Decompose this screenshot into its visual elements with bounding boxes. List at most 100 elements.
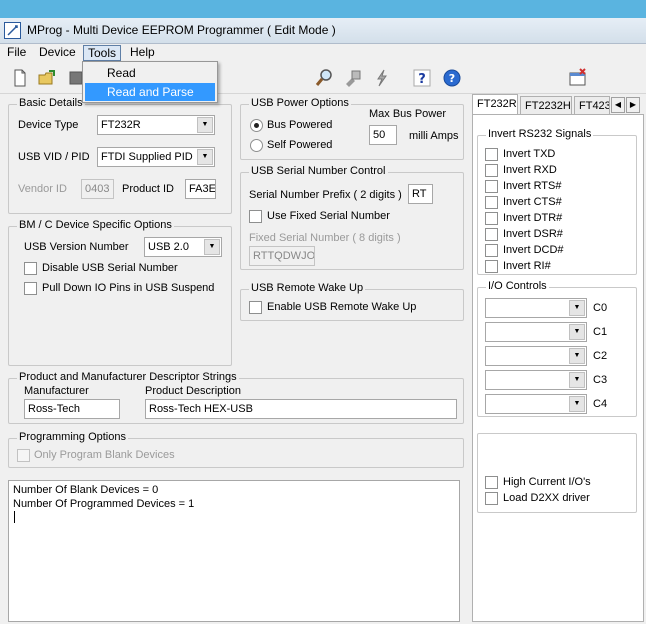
device-type-value: FT232R	[101, 119, 141, 131]
usb-power-title: USB Power Options	[249, 97, 351, 109]
about-icon[interactable]: ?	[440, 66, 464, 90]
window-title: MProg - Multi Device EEPROM Programmer (…	[27, 23, 336, 37]
invert-checkbox[interactable]	[485, 260, 498, 273]
menu-tools[interactable]: Tools	[83, 45, 122, 61]
usb-vid-pid-select[interactable]: FTDI Supplied PID ▼	[97, 147, 215, 167]
io-control-select[interactable]: ▼	[485, 370, 587, 390]
menu-bar: File Device Tools Help	[0, 44, 646, 62]
bmc-options-group: BM / C Device Specific Options USB Versi…	[8, 219, 232, 366]
io-control-select[interactable]: ▼	[485, 322, 587, 342]
only-blank-checkbox[interactable]	[17, 449, 30, 462]
fixed-serial-field[interactable]: RTTQDWJO	[249, 246, 315, 266]
basic-details-title: Basic Details	[17, 97, 85, 109]
device-type-select[interactable]: FT232R ▼	[97, 115, 215, 135]
serial-number-title: USB Serial Number Control	[249, 165, 388, 177]
milli-amps-label: milli Amps	[409, 130, 459, 142]
desktop-band	[0, 0, 646, 18]
use-fixed-serial-label: Use Fixed Serial Number	[267, 210, 390, 222]
menu-item-read-and-parse[interactable]: Read and Parse	[85, 83, 215, 101]
invert-checkbox[interactable]	[485, 228, 498, 241]
invert-checkbox[interactable]	[485, 212, 498, 225]
menu-file[interactable]: File	[3, 45, 30, 61]
disable-serial-label: Disable USB Serial Number	[42, 262, 178, 274]
new-file-icon[interactable]	[8, 66, 32, 90]
use-fixed-serial-checkbox[interactable]	[249, 210, 262, 223]
invert-label: Invert CTS#	[503, 196, 562, 208]
invert-label: Invert DCD#	[503, 244, 564, 256]
tab-ft423[interactable]: FT423	[574, 96, 610, 116]
serial-prefix-field[interactable]: RT	[408, 184, 433, 204]
usb-vid-pid-label: USB VID / PID	[18, 151, 90, 163]
bus-powered-label: Bus Powered	[267, 119, 333, 131]
chevron-down-icon: ▼	[569, 300, 585, 316]
invert-checkbox[interactable]	[485, 180, 498, 193]
product-id-field[interactable]: FA3E	[185, 179, 216, 199]
high-current-label: High Current I/O's	[503, 476, 591, 488]
load-d2xx-checkbox[interactable]	[485, 492, 498, 505]
disable-serial-checkbox[interactable]	[24, 262, 37, 275]
serial-prefix-label: Serial Number Prefix ( 2 digits )	[249, 189, 402, 201]
max-bus-power-field[interactable]: 50	[369, 125, 397, 145]
invert-checkbox[interactable]	[485, 244, 498, 257]
program-device-icon[interactable]	[341, 66, 365, 90]
tab-ft2232h[interactable]: FT2232H	[520, 96, 572, 116]
chevron-down-icon: ▼	[204, 239, 220, 255]
pulldown-io-label: Pull Down IO Pins in USB Suspend	[42, 282, 215, 294]
io-control-label: C3	[593, 374, 608, 386]
menu-help[interactable]: Help	[126, 45, 159, 61]
bmc-options-title: BM / C Device Specific Options	[17, 219, 174, 231]
self-powered-label: Self Powered	[267, 139, 333, 151]
invert-rs232-title: Invert RS232 Signals	[486, 128, 594, 140]
io-control-select[interactable]: ▼	[485, 346, 587, 366]
invert-label: Invert RI#	[503, 260, 551, 272]
self-powered-radio[interactable]	[250, 139, 263, 152]
serial-number-group: USB Serial Number Control Serial Number …	[240, 165, 464, 270]
help-icon[interactable]: ?	[410, 66, 434, 90]
invert-label: Invert RTS#	[503, 180, 562, 192]
product-description-field[interactable]: Ross-Tech HEX-USB	[145, 399, 457, 419]
erase-device-icon[interactable]	[370, 66, 394, 90]
search-icon[interactable]	[312, 66, 336, 90]
fixed-serial-label: Fixed Serial Number ( 8 digits )	[249, 232, 401, 244]
remote-wake-label: Enable USB Remote Wake Up	[267, 301, 417, 313]
bus-powered-radio[interactable]	[250, 119, 263, 132]
invert-checkbox[interactable]	[485, 164, 498, 177]
open-folder-icon[interactable]	[36, 66, 60, 90]
menu-device[interactable]: Device	[35, 45, 80, 61]
chevron-down-icon: ▼	[197, 149, 213, 165]
manufacturer-label: Manufacturer	[24, 385, 89, 397]
close-window-icon[interactable]	[566, 66, 590, 90]
vendor-id-label: Vendor ID	[18, 183, 67, 195]
ft232r-tab-panel: Invert RS232 Signals I/O Controls High C…	[472, 114, 644, 622]
invert-checkbox[interactable]	[485, 148, 498, 161]
remote-wake-group: USB Remote Wake Up Enable USB Remote Wak…	[240, 282, 464, 321]
usb-version-select[interactable]: USB 2.0 ▼	[144, 237, 222, 257]
descriptor-strings-group: Product and Manufacturer Descriptor Stri…	[8, 371, 464, 424]
main-panel: Basic Details Device Type FT232R ▼ USB V…	[0, 94, 646, 624]
remote-wake-title: USB Remote Wake Up	[249, 282, 366, 294]
vendor-id-field[interactable]: 0403	[81, 179, 114, 199]
programming-options-title: Programming Options	[17, 431, 128, 443]
tab-scroll-right-icon[interactable]: ▶	[626, 97, 640, 113]
usb-version-value: USB 2.0	[148, 241, 189, 253]
tab-scroll-left-icon[interactable]: ◀	[611, 97, 625, 113]
device-type-label: Device Type	[18, 119, 79, 131]
app-icon	[4, 22, 21, 39]
invert-label: Invert DTR#	[503, 212, 563, 224]
descriptor-strings-title: Product and Manufacturer Descriptor Stri…	[17, 371, 239, 383]
product-description-label: Product Description	[145, 385, 241, 397]
title-bar: MProg - Multi Device EEPROM Programmer (…	[0, 18, 646, 44]
basic-details-group: Basic Details Device Type FT232R ▼ USB V…	[8, 97, 232, 214]
menu-item-read[interactable]: Read	[85, 64, 215, 82]
io-control-select[interactable]: ▼	[485, 394, 587, 414]
invert-label: Invert RXD	[503, 164, 557, 176]
manufacturer-field[interactable]: Ross-Tech	[24, 399, 120, 419]
high-current-checkbox[interactable]	[485, 476, 498, 489]
max-bus-power-label: Max Bus Power	[369, 108, 447, 120]
io-control-select[interactable]: ▼	[485, 298, 587, 318]
remote-wake-checkbox[interactable]	[249, 301, 262, 314]
chevron-down-icon: ▼	[569, 396, 585, 412]
invert-checkbox[interactable]	[485, 196, 498, 209]
output-log[interactable]: Number Of Blank Devices = 0 Number Of Pr…	[8, 480, 460, 622]
pulldown-io-checkbox[interactable]	[24, 282, 37, 295]
